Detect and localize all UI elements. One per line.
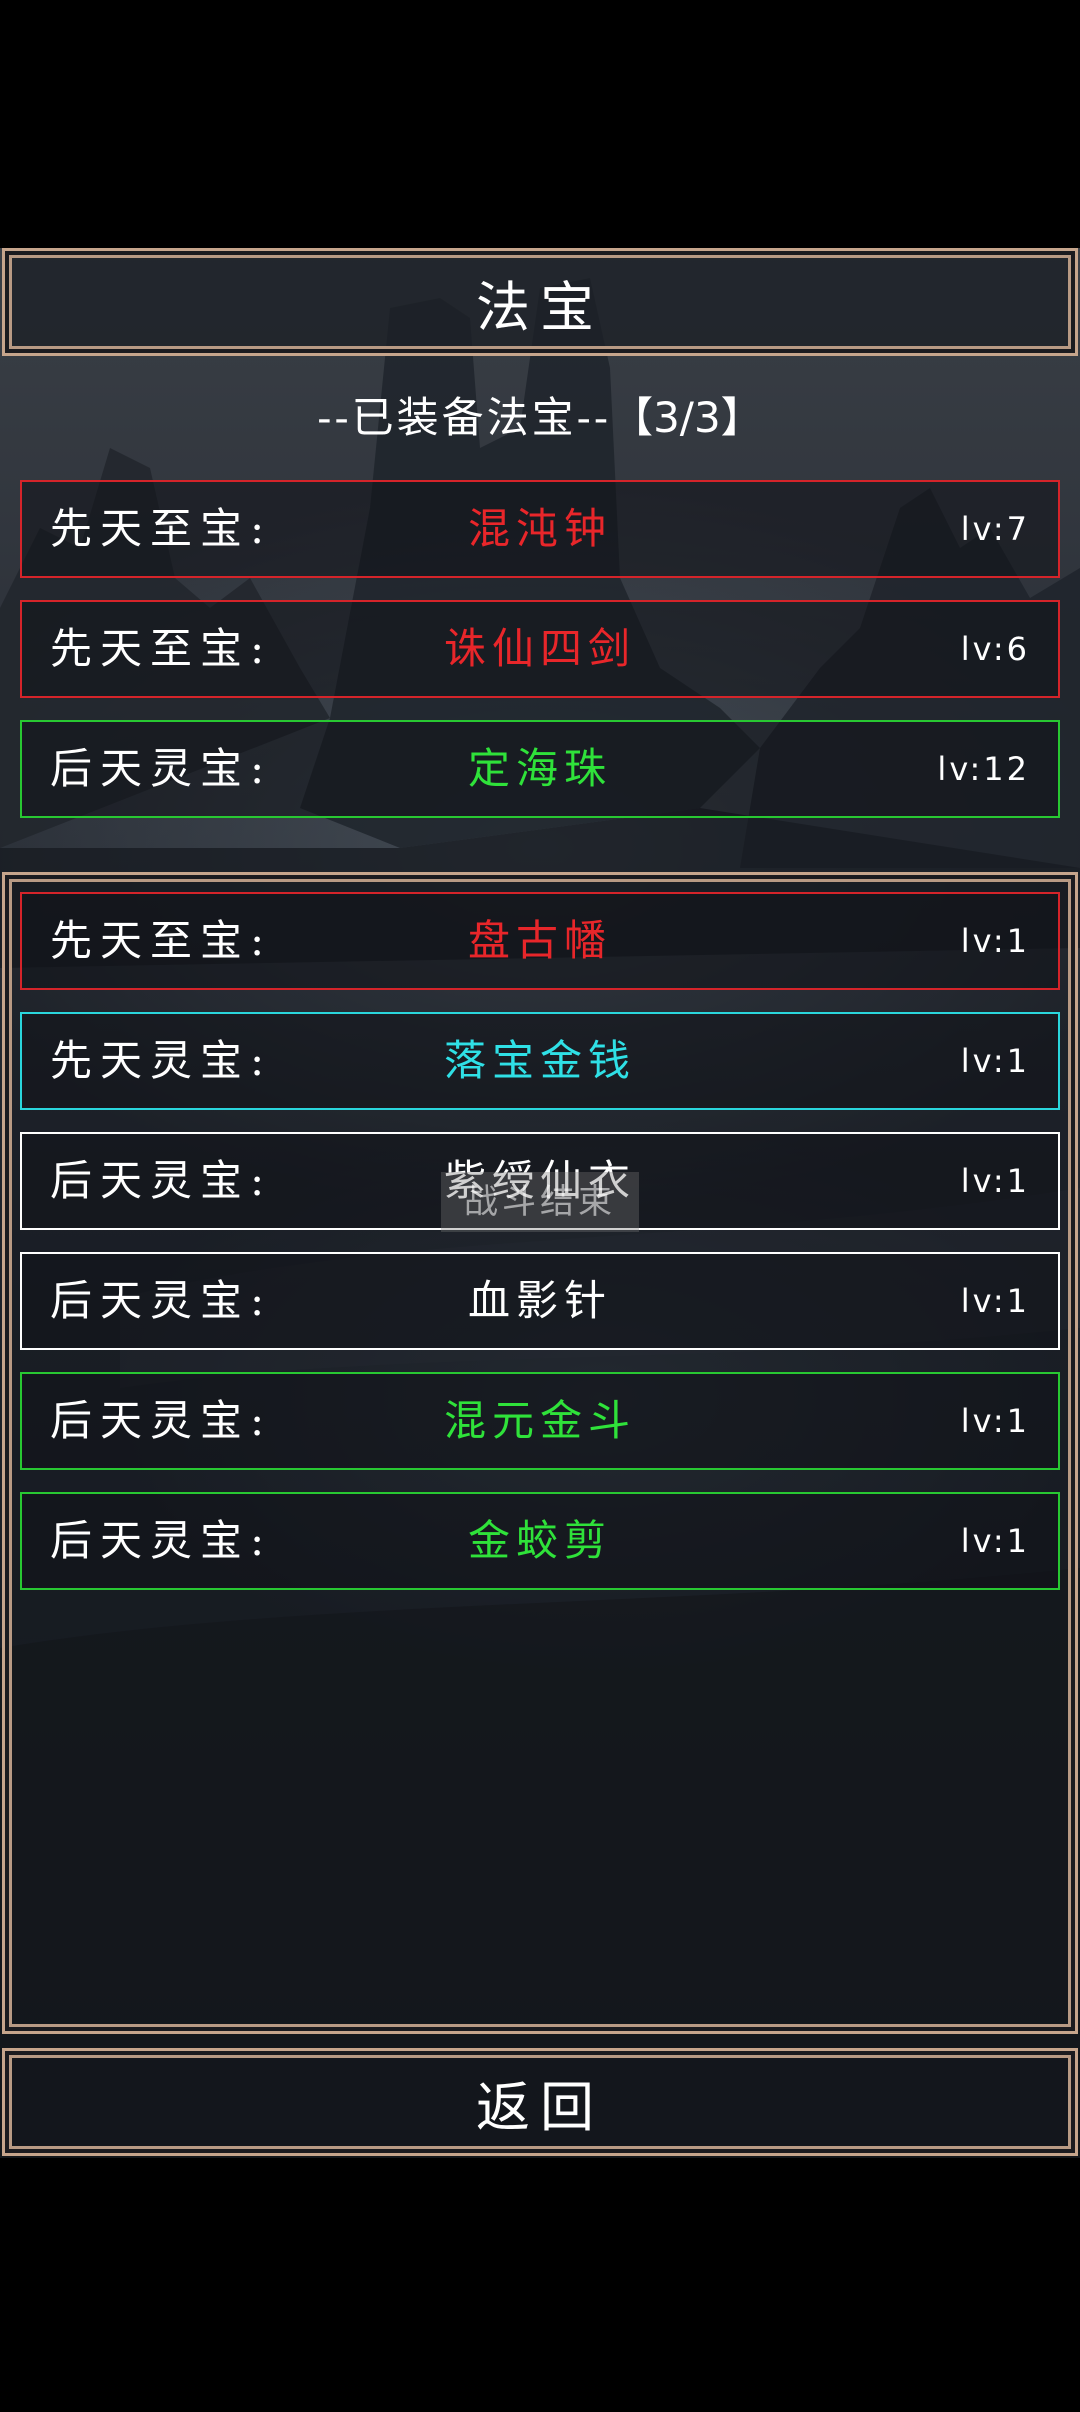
item-level: lv:12 <box>937 750 1030 788</box>
item-name: 定海珠 <box>467 744 612 793</box>
item-name: 混元金斗 <box>443 1396 636 1445</box>
title-bar: 法宝 <box>2 248 1078 356</box>
item-level: lv:1 <box>960 1282 1030 1320</box>
back-button-label: 返回 <box>476 2075 604 2139</box>
item-name: 诛仙四剑 <box>443 624 636 673</box>
item-name: 混沌钟 <box>467 504 612 553</box>
item-level: lv:7 <box>960 510 1030 548</box>
inventory-item-row[interactable]: 后天灵宝: 混元金斗 lv:1 <box>20 1372 1060 1470</box>
equipped-count: 【3/3】 <box>611 393 763 442</box>
back-button[interactable]: 返回 <box>2 2048 1078 2156</box>
battle-end-toast: 战斗结束 <box>441 1172 639 1232</box>
equipped-item-row[interactable]: 后天灵宝: 定海珠 lv:12 <box>20 720 1060 818</box>
item-name: 盘古幡 <box>467 916 612 965</box>
item-level: lv:1 <box>960 1042 1030 1080</box>
equipped-header: --已装备法宝--【3/3】 <box>0 380 1080 456</box>
inventory-item-row[interactable]: 先天灵宝: 落宝金钱 lv:1 <box>20 1012 1060 1110</box>
item-name: 血影针 <box>467 1276 612 1325</box>
item-level: lv:1 <box>960 1522 1030 1560</box>
item-level: lv:1 <box>960 922 1030 960</box>
equipped-item-row[interactable]: 先天至宝: 混沌钟 lv:7 <box>20 480 1060 578</box>
inventory-item-row[interactable]: 后天灵宝: 金蛟剪 lv:1 <box>20 1492 1060 1590</box>
inventory-item-row[interactable]: 后天灵宝: 血影针 lv:1 <box>20 1252 1060 1350</box>
equipped-item-row[interactable]: 先天至宝: 诛仙四剑 lv:6 <box>20 600 1060 698</box>
item-level: lv:6 <box>960 630 1030 668</box>
item-name: 落宝金钱 <box>443 1036 636 1085</box>
item-level: lv:1 <box>960 1162 1030 1200</box>
item-level: lv:1 <box>960 1402 1030 1440</box>
equipped-label: --已装备法宝-- <box>317 393 612 442</box>
item-name: 金蛟剪 <box>467 1516 612 1565</box>
inventory-item-row[interactable]: 先天至宝: 盘古幡 lv:1 <box>20 892 1060 990</box>
page-title: 法宝 <box>476 275 604 339</box>
